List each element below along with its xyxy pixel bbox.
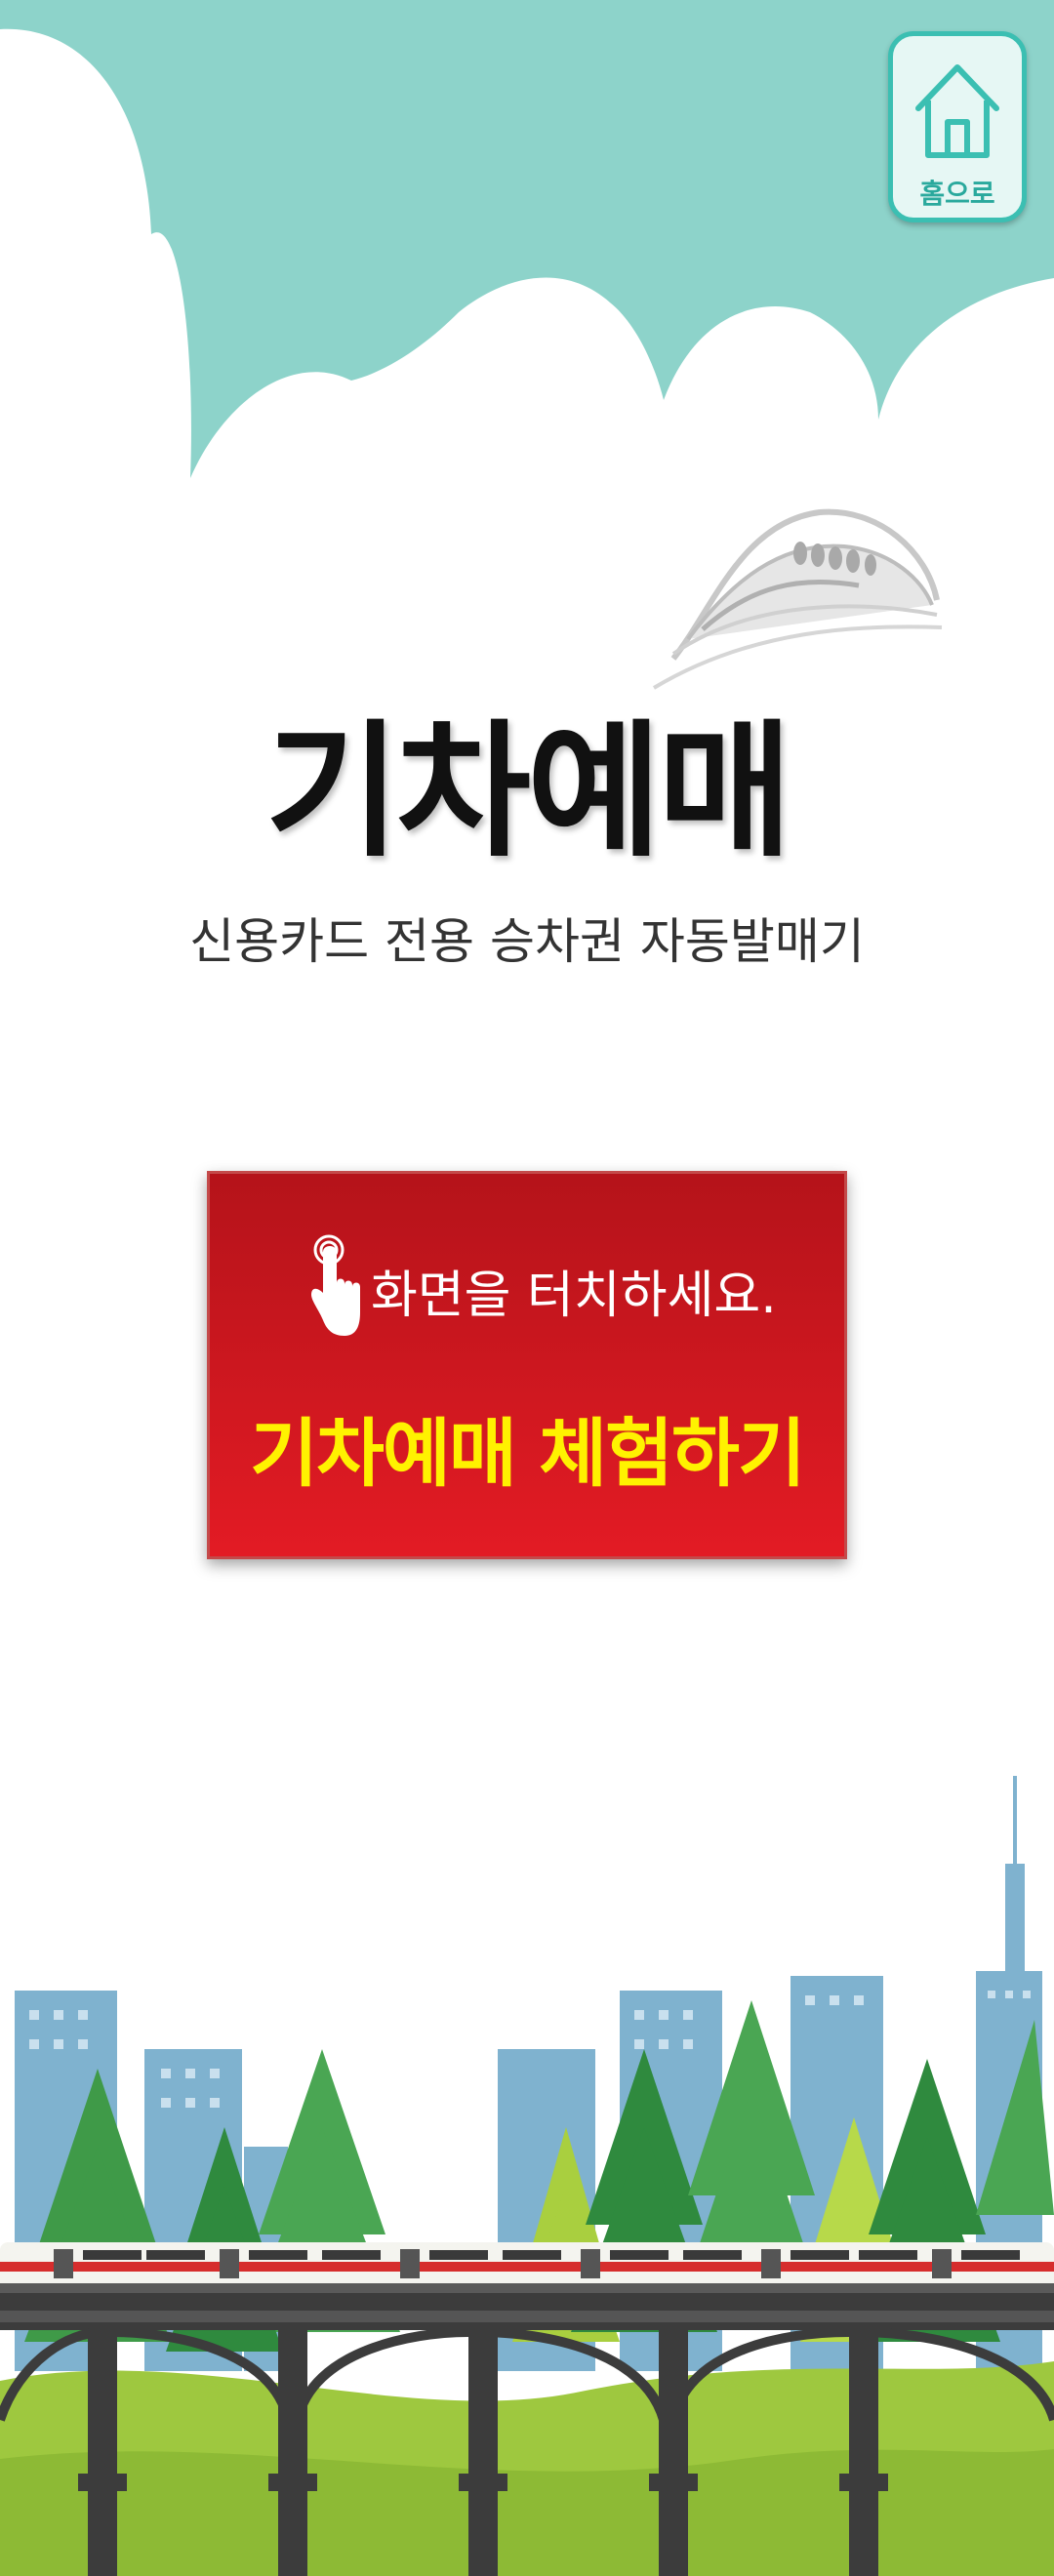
touch-instruction-row: 화면을 터치하세요. (210, 1232, 844, 1336)
start-button-label: 기차예매 체험하기 (250, 1410, 806, 1497)
city-train-illustration (0, 1776, 1054, 2576)
home-button-label: 홈으로 (919, 178, 995, 210)
touch-instruction-text: 화면을 터치하세요. (371, 1267, 777, 1325)
touch-hand-icon (311, 1234, 360, 1336)
start-reservation-button[interactable]: 화면을 터치하세요. 기차예매 체험하기 (207, 1171, 847, 1559)
home-button[interactable]: 홈으로 (888, 31, 1027, 222)
house-icon (915, 64, 999, 158)
page-subtitle: 신용카드 전용 승차권 자동발매기 (189, 913, 865, 970)
train-sketch-icon (652, 508, 943, 690)
page-title: 기차예매 (264, 707, 792, 877)
